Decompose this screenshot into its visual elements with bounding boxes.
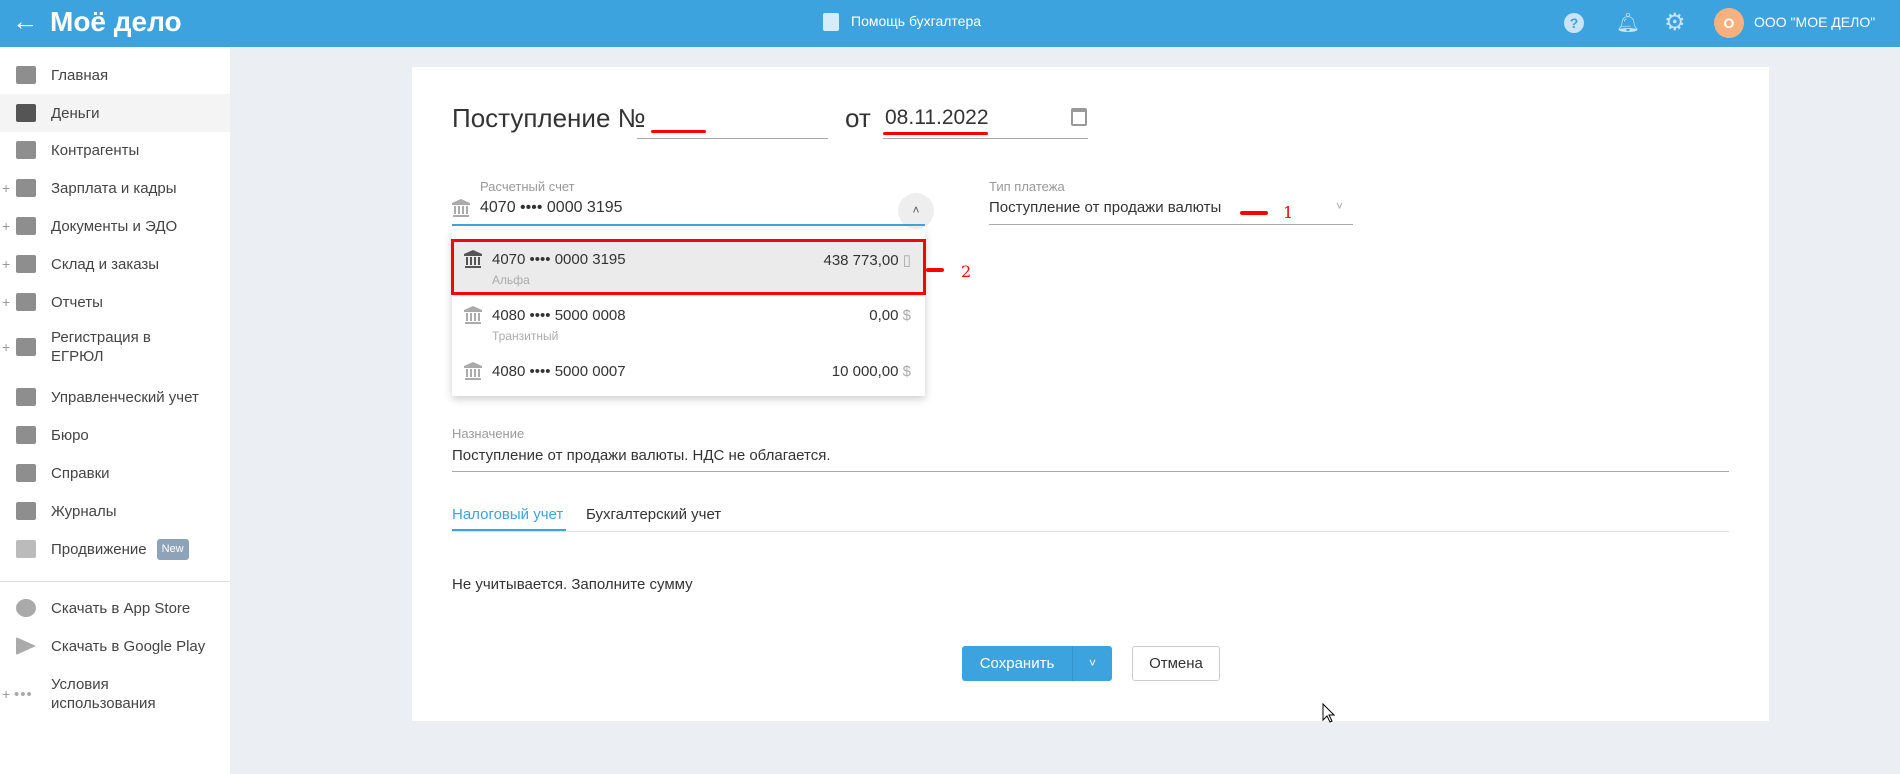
sidebar-item-reports[interactable]: + Отчеты — [0, 283, 230, 321]
sidebar-item-registration[interactable]: + Регистрация в ЕГРЮЛ — [0, 322, 230, 372]
play-icon — [16, 637, 36, 655]
ruble-chart-icon — [16, 388, 36, 406]
expand-icon[interactable]: + — [2, 256, 10, 272]
person-icon — [16, 141, 36, 159]
sidebar-item-salary[interactable]: + Зарплата и кадры — [0, 169, 230, 207]
expand-icon[interactable]: + — [2, 294, 10, 310]
sidebar: Главная Деньги Контрагенты + Зарплата и к… — [0, 47, 230, 774]
chevron-down-icon[interactable]: ˅ — [1073, 646, 1112, 681]
date-underline — [883, 138, 1088, 139]
wallet-icon — [16, 179, 36, 197]
date-prefix: от — [845, 103, 871, 133]
sidebar-item-management[interactable]: Управленческий учет — [0, 378, 230, 416]
gear-icon[interactable]: ⚙ — [1664, 8, 1686, 37]
org-name[interactable]: ООО "МОЕ ДЕЛО" — [1754, 14, 1875, 30]
annotation-number: 1 — [1283, 203, 1294, 222]
new-badge: New — [156, 538, 189, 560]
cancel-button[interactable]: Отмена — [1132, 646, 1220, 681]
money-icon — [16, 104, 36, 122]
annotation-mark — [651, 130, 706, 133]
date-input[interactable]: 08.11.2022 — [885, 106, 989, 130]
top-header: ← Моё дело Помощь бухгалтера ? 🔔︎ ⚙ О ОО… — [0, 0, 1900, 47]
expand-icon[interactable]: + — [2, 180, 10, 196]
sidebar-item-terms[interactable]: + ••• Условия использования — [0, 669, 230, 719]
dropdown-option[interactable]: 4080 •••• 5000 0007 10 000,00 $ — [452, 352, 925, 408]
report-icon — [16, 293, 36, 311]
save-button[interactable]: Сохранить — [962, 646, 1072, 681]
bell-icon[interactable]: 🔔︎ — [1616, 11, 1640, 35]
apple-icon — [16, 599, 36, 617]
tab-accounting[interactable]: Бухгалтерский учет — [586, 506, 721, 523]
sidebar-item-contractors[interactable]: Контрагенты — [0, 131, 230, 169]
registration-icon — [16, 338, 36, 356]
expand-icon[interactable]: + — [2, 339, 10, 355]
annotation-mark — [1240, 211, 1268, 215]
calendar-icon[interactable] — [1071, 108, 1087, 126]
annotation-number: 2 — [961, 262, 972, 281]
purpose-label: Назначение — [452, 426, 525, 441]
help-center-icon — [823, 13, 839, 31]
chevron-down-icon[interactable]: ˅ — [1336, 199, 1343, 213]
divider — [0, 581, 230, 582]
dropdown-option[interactable]: 4080 •••• 5000 0008 0,00 $ Транзитный — [452, 296, 925, 352]
tax-note: Не учитывается. Заполните сумму — [452, 576, 693, 593]
payment-type-select[interactable]: Поступление от продажи валюты — [989, 199, 1221, 216]
cart-icon — [16, 255, 36, 273]
folder-icon — [16, 217, 36, 235]
page-title: Поступление № — [452, 103, 646, 133]
avatar[interactable]: О — [1714, 8, 1744, 38]
sidebar-item-journals[interactable]: Журналы — [0, 492, 230, 530]
help-center-link[interactable]: Помощь бухгалтера — [851, 13, 981, 29]
expand-icon[interactable]: + — [2, 218, 10, 234]
back-arrow-icon[interactable]: ← — [12, 6, 38, 37]
sidebar-item-app-store[interactable]: Скачать в App Store — [0, 589, 230, 627]
journal-icon — [16, 502, 36, 520]
annotation-mark — [883, 132, 988, 135]
more-icon: ••• — [14, 685, 33, 703]
list-icon — [16, 464, 36, 482]
payment-type-underline — [989, 224, 1353, 225]
expand-icon[interactable]: + — [2, 686, 10, 702]
number-underline — [637, 138, 828, 139]
sidebar-item-references[interactable]: Справки — [0, 454, 230, 492]
payment-type-label: Тип платежа — [989, 179, 1065, 194]
save-button-group: Сохранить ˅ — [962, 646, 1112, 681]
annotation-box — [451, 239, 926, 295]
account-label: Расчетный счет — [480, 179, 575, 194]
tab-tax[interactable]: Налоговый учет — [452, 506, 563, 523]
help-icon[interactable]: ? — [1564, 13, 1584, 33]
purpose-input[interactable]: Поступление от продажи валюты. НДС не об… — [452, 447, 831, 464]
sidebar-item-home[interactable]: Главная — [0, 56, 230, 94]
logo[interactable]: Моё дело — [50, 6, 182, 38]
bank-icon — [464, 306, 482, 324]
sidebar-item-bureau[interactable]: Бюро — [0, 416, 230, 454]
sidebar-item-documents[interactable]: + Документы и ЭДО — [0, 207, 230, 245]
sidebar-item-warehouse[interactable]: + Склад и заказы — [0, 245, 230, 283]
account-input[interactable]: 4070 •••• 0000 3195 — [480, 199, 623, 217]
bank-icon — [464, 362, 482, 380]
sidebar-item-money[interactable]: Деньги — [0, 94, 230, 132]
account-underline — [452, 224, 925, 226]
home-icon — [16, 66, 36, 84]
bank-icon — [452, 199, 470, 217]
purpose-underline — [452, 471, 1729, 472]
briefcase-icon — [16, 426, 36, 444]
sidebar-item-promotion[interactable]: Продвижение New — [0, 530, 230, 568]
mouse-cursor-icon — [1322, 703, 1336, 723]
tabs-divider — [452, 531, 1729, 532]
annotation-mark — [926, 268, 944, 272]
chart-icon — [16, 540, 36, 558]
sidebar-item-google-play[interactable]: Скачать в Google Play — [0, 627, 230, 665]
